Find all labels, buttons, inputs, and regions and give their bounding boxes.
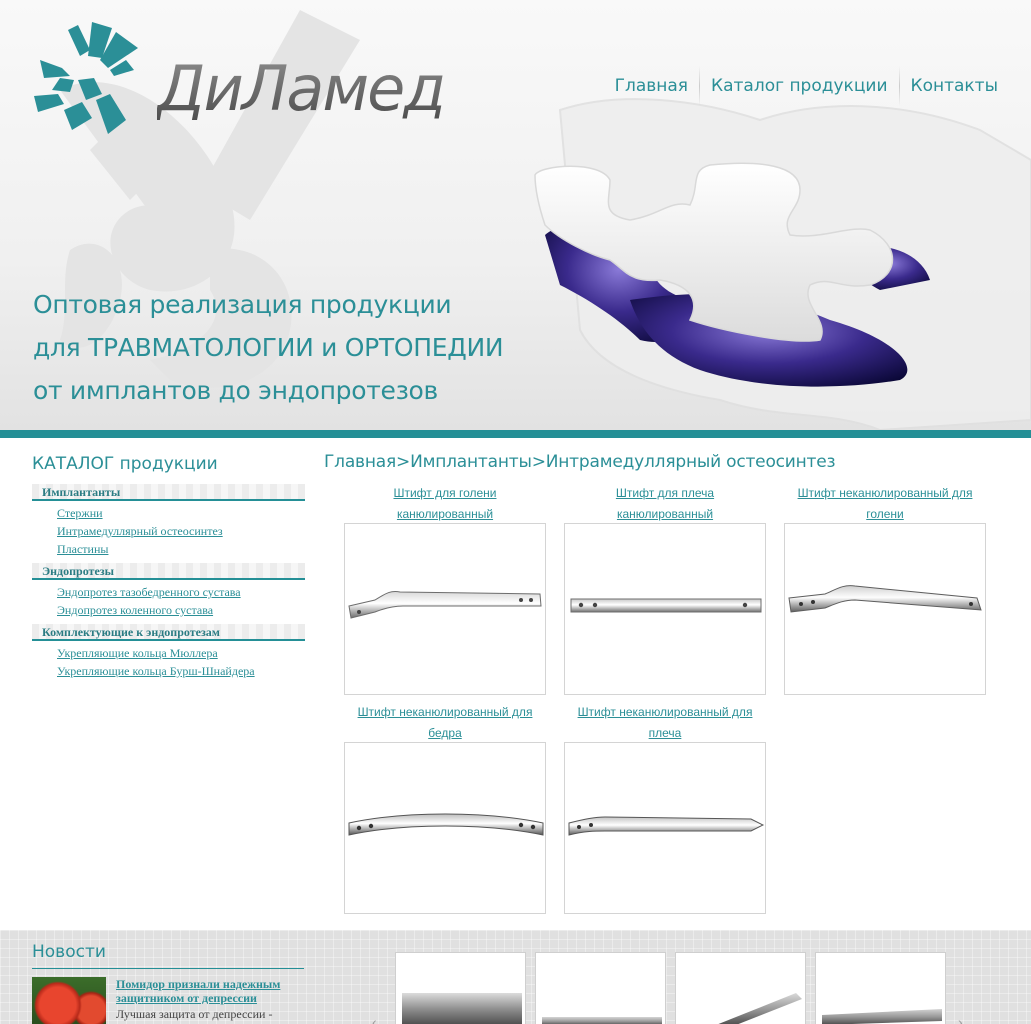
product-image[interactable] [344,523,546,695]
chevron-left-icon[interactable]: ‹ [372,1014,382,1024]
slider-item[interactable] [815,952,946,1024]
sidebar-item-plates[interactable]: Пластины [57,542,108,556]
sidebar-title: КАТАЛОГ продукции [32,454,218,474]
list-item: Интрамедуллярный остеосинтез [57,522,305,540]
product-title-link[interactable]: Штифт для плеча канюлированный [564,483,766,523]
product-title-line: канюлированный [616,507,714,521]
list-item: Эндопротез коленного сустава [57,601,305,619]
slider-item[interactable] [395,952,526,1024]
product-title-line: Штифт для голени [393,486,497,500]
slider-item[interactable] [535,952,666,1024]
site-header: ДиЛамед Главная Каталог продукции Контак… [0,0,1031,432]
list-item: Пластины [57,540,305,558]
tibial-nail-image [348,591,542,619]
category-list: Эндопротез тазобедренного сустава Эндопр… [32,580,305,622]
category-list: Укрепляющие кольца Мюллера Укрепляющие к… [32,641,305,683]
product-title-line: Штифт неканюлированный для [797,486,973,500]
slider-item[interactable] [675,952,806,1024]
product-card: Штифт неканюлированный для бедра [344,702,546,914]
product-image[interactable] [564,523,766,695]
sidebar-item-knee-endoprosthesis[interactable]: Эндопротез коленного сустава [57,603,213,617]
nav-home-link[interactable]: Главная [604,66,699,106]
breadcrumb-current: Интрамедуллярный остеосинтез [545,452,836,472]
news-excerpt: Лучшая защита от депрессии - [116,1007,273,1021]
category-header-implants[interactable]: Имплантанты [32,484,305,501]
product-card: Штифт неканюлированный для голени [784,483,986,695]
product-image[interactable] [564,742,766,914]
product-title-line: Штифт неканюлированный для [357,705,533,719]
nav-catalog-link[interactable]: Каталог продукции [700,66,898,106]
femoral-nail-image [348,813,544,836]
category-list: Стержни Интрамедуллярный остеосинтез Пла… [32,501,305,561]
breadcrumb-implants[interactable]: Имплантанты [410,452,532,472]
list-item: Укрепляющие кольца Мюллера [57,644,305,662]
breadcrumb-home[interactable]: Главная [324,452,396,472]
news-title: Новости [32,940,304,969]
tibial-nail-uncannulated-image [788,585,982,613]
top-navigation: Главная Каталог продукции Контакты [604,66,1009,106]
list-item: Стержни [57,504,305,522]
product-title-line: канюлированный [396,507,494,521]
slider-product-image [822,1009,942,1024]
product-title-link[interactable]: Штифт для голени канюлированный [344,483,546,523]
slider-product-image [402,993,522,1024]
product-title-line: плеча [648,726,682,740]
product-image[interactable] [344,742,546,914]
list-item: Эндопротез тазобедренного сустава [57,583,305,601]
slider-product-image [718,993,802,1024]
slogan-line: для ТРАВМАТОЛОГИИ и ОРТОПЕДИИ [33,333,504,362]
product-title-line: Штифт для плеча [615,486,715,500]
list-item: Укрепляющие кольца Бурш-Шнайдера [57,662,305,680]
sidebar-item-muller-rings[interactable]: Укрепляющие кольца Мюллера [57,646,218,660]
slogan-line: от имплантов до эндопротезов [33,376,438,405]
slider-product-image [542,1017,662,1024]
header-slogan: Оптовая реализация продукции для ТРАВМАТ… [33,283,504,412]
slogan-line: Оптовая реализация продукции [33,290,452,319]
product-title-link[interactable]: Штифт неканюлированный для голени [784,483,986,523]
sidebar-item-bursch-schneider-rings[interactable]: Укрепляющие кольца Бурш-Шнайдера [57,664,255,678]
dilamed-logo-icon [34,22,138,134]
catalog-sidebar: КАТАЛОГ продукции Имплантанты Стержни Ин… [32,450,305,683]
header-divider [0,430,1031,438]
product-title-line: бедра [428,726,462,740]
sidebar-item-intramedullary[interactable]: Интрамедуллярный остеосинтез [57,524,223,538]
sidebar-item-rods[interactable]: Стержни [57,506,103,520]
site-logo[interactable]: ДиЛамед [30,20,446,140]
sidebar-item-hip-endoprosthesis[interactable]: Эндопротез тазобедренного сустава [57,585,241,599]
product-image[interactable] [784,523,986,695]
news-thumbnail[interactable] [32,977,106,1024]
product-title-line: голени [866,507,904,521]
humeral-nail-uncannulated-image [568,816,765,836]
product-card: Штифт неканюлированный для плеча [564,702,766,914]
news-headline-link[interactable]: Помидор признали надежным защитником от … [116,977,306,1005]
product-title-line: Штифт неканюлированный для [577,705,753,719]
category-header-endoprostheses[interactable]: Эндопротезы [32,563,305,580]
breadcrumb-separator: > [396,452,411,472]
product-title-link[interactable]: Штифт неканюлированный для плеча [564,702,766,742]
nav-contacts-link[interactable]: Контакты [900,66,1010,106]
product-title-link[interactable]: Штифт неканюлированный для бедра [344,702,546,742]
breadcrumb-separator: > [531,452,546,472]
chevron-right-icon[interactable]: › [958,1014,968,1024]
category-header-components[interactable]: Комплектующие к эндопротезам [32,624,305,641]
logo-wordmark: ДиЛамед [157,52,446,125]
product-card: Штифт для плеча канюлированный [564,483,766,695]
product-card: Штифт для голени канюлированный [344,483,546,695]
humeral-nail-image [570,598,762,613]
breadcrumb: Главная>Имплантанты>Интрамедуллярный ост… [324,452,836,472]
